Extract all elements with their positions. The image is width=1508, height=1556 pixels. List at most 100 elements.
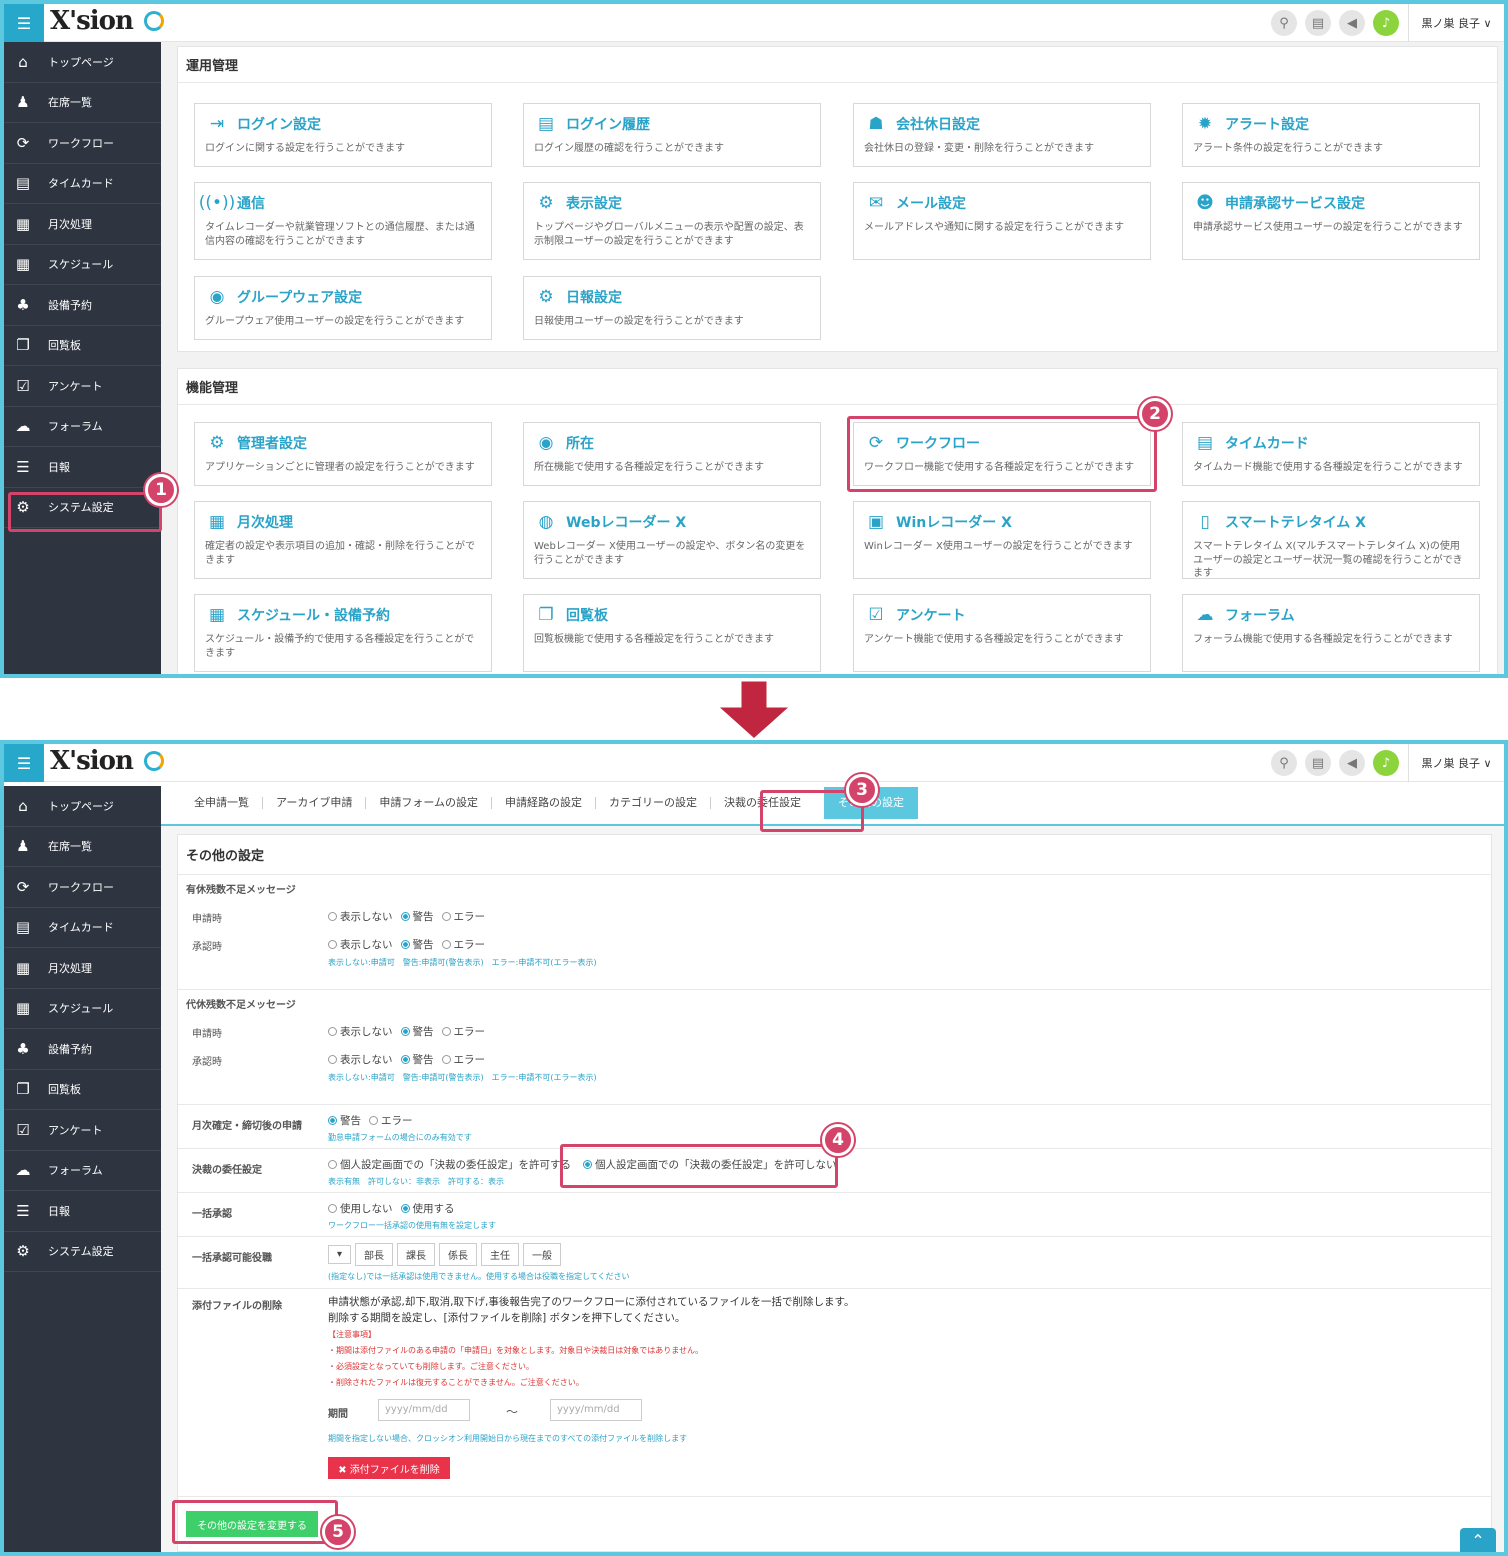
sidebar-item-person[interactable]: ♟ 在席一覧	[4, 83, 161, 123]
settings-card[interactable]: ☑ アンケート アンケート機能で使用する各種設定を行うことができます	[853, 594, 1151, 672]
marker-4: 4	[822, 1124, 854, 1156]
sidebar-item-calendar31[interactable]: ▦ 月次処理	[4, 204, 161, 245]
sidebar-item-label: システム設定	[48, 1245, 114, 1259]
radio-option[interactable]: エラー	[369, 1113, 413, 1128]
top-bar: ☰ X'sion ⚲ ▤ ◀ ♪ 黒ノ巣 良子 ∨	[4, 744, 1504, 782]
role-button[interactable]: 一般	[523, 1243, 562, 1266]
radio-option[interactable]: 表示しない	[328, 937, 393, 952]
role-button[interactable]: 部長	[355, 1243, 394, 1266]
settings-card[interactable]: ▦ 月次処理 確定者の設定や表示項目の追加・確認・削除を行うことができます	[194, 501, 492, 579]
settings-card[interactable]: ⚙ 管理者設定 アプリケーションごとに管理者の設定を行うことができます	[194, 422, 492, 486]
settings-card[interactable]: ▯ スマートテレタイム X スマートテレタイム X(マルチスマートテレタイム X)の…	[1182, 501, 1480, 579]
tab-0[interactable]: 全申請一覧	[181, 797, 263, 809]
megaphone-icon[interactable]: ◀	[1339, 10, 1365, 36]
user-menu[interactable]: 黒ノ巣 良子 ∨	[1408, 744, 1504, 782]
menu-toggle-button[interactable]: ☰	[4, 744, 44, 782]
settings-card[interactable]: ◉ グループウェア設定 グループウェア使用ユーザーの設定を行うことができます	[194, 276, 492, 340]
settings-card[interactable]: ❐ 回覧板 回覧板機能で使用する各種設定を行うことができます	[523, 594, 821, 672]
radio-allow[interactable]: 個人設定画面での「決裁の委任設定」を許可する	[328, 1157, 571, 1172]
radio-option[interactable]: 表示しない	[328, 1052, 393, 1067]
settings-card[interactable]: ☁ フォーラム フォーラム機能で使用する各種設定を行うことができます	[1182, 594, 1480, 672]
attach-delete-section: 添付ファイルの削除 申請状態が承認,却下,取消,取下げ,事後報告完了のワークフロ…	[178, 1289, 1491, 1497]
card-head: ✉ メール設定	[864, 191, 1140, 215]
card-description: 所在機能で使用する各種設定を行うことができます	[534, 462, 764, 473]
radio-option[interactable]: 表示しない	[328, 909, 393, 924]
radio-option[interactable]: 警告	[400, 937, 434, 952]
panel-title: 運用管理	[178, 47, 1497, 83]
calendar-icon[interactable]: ▤	[1305, 10, 1331, 36]
settings-card[interactable]: ◉ 所在 所在機能で使用する各種設定を行うことができます	[523, 422, 821, 486]
settings-card[interactable]: ✉ メール設定 メールアドレスや通知に関する設定を行うことができます	[853, 182, 1151, 260]
delete-attachments-button[interactable]: ✖ 添付ファイルを削除	[328, 1457, 450, 1479]
megaphone-icon[interactable]: ◀	[1339, 750, 1365, 776]
settings-card[interactable]: ▤ タイムカード タイムカード機能で使用する各種設定を行うことができます	[1182, 422, 1480, 486]
bell-icon[interactable]: ♪	[1373, 750, 1399, 776]
sidebar-item-gear[interactable]: ⚙ システム設定	[4, 1232, 161, 1272]
sidebar-item-schedule[interactable]: ▦ スケジュール	[4, 245, 161, 285]
tab-1[interactable]: アーカイブ申請	[263, 797, 367, 809]
location-icon[interactable]: ⚲	[1271, 750, 1297, 776]
sidebar-item-circular[interactable]: ❐ 回覧板	[4, 1070, 161, 1110]
radio-option[interactable]: エラー	[441, 937, 485, 952]
settings-card[interactable]: ✹ アラート設定アラート条件の設定を行うことができます	[1182, 103, 1480, 167]
role-button[interactable]: 課長	[397, 1243, 436, 1266]
date-to-input[interactable]: yyyy/mm/dd	[550, 1399, 642, 1421]
settings-card[interactable]: ▦ スケジュール・設備予約 スケジュール・設備予約で使用する各種設定を行うことができ…	[194, 594, 492, 672]
sidebar-item-timecard[interactable]: ▤ タイムカード	[4, 908, 161, 948]
settings-card[interactable]: ▣ Winレコーダー X Winレコーダー X使用ユーザーの設定を行うことができます	[853, 501, 1151, 579]
radio-option[interactable]: エラー	[441, 1024, 485, 1039]
card-description: アラート条件の設定を行うことができます	[1193, 143, 1383, 154]
sidebar-item-workflow[interactable]: ⟳ ワークフロー	[4, 123, 161, 164]
settings-card[interactable]: ◍ Webレコーダー X Webレコーダー X使用ユーザーの設定や、ボタン名の変更を…	[523, 501, 821, 579]
settings-card[interactable]: ⇥ ログイン設定 ログインに関する設定を行うことができます	[194, 103, 492, 167]
role-button[interactable]: 係長	[439, 1243, 478, 1266]
sidebar-item-survey[interactable]: ☑ アンケート	[4, 366, 161, 407]
user-menu[interactable]: 黒ノ巣 良子 ∨	[1408, 4, 1504, 42]
sidebar-item-home[interactable]: ⌂ トップページ	[4, 786, 161, 827]
sidebar-item-home[interactable]: ⌂ トップページ	[4, 42, 161, 83]
settings-card[interactable]: ((•)) 通信 タイムレコーダーや就業管理ソフトとの通信履歴、または通信内容の確認…	[194, 182, 492, 260]
logo-mark-icon	[144, 11, 164, 31]
radio-option[interactable]: 警告	[400, 1024, 434, 1039]
sidebar-item-forum[interactable]: ☁ フォーラム	[4, 1151, 161, 1191]
settings-card[interactable]: ⚙ 表示設定 トップページやグローバルメニューの表示や配置の設定、表示制限ユーザーの…	[523, 182, 821, 260]
tab-2[interactable]: 申請フォームの設定	[366, 797, 493, 809]
sidebar-item-facility[interactable]: ♣ 設備予約	[4, 1029, 161, 1070]
sidebar-item-circular[interactable]: ❐ 回覧板	[4, 326, 161, 366]
scroll-top-button[interactable]: ⌃	[1460, 1528, 1496, 1552]
sidebar-item-workflow[interactable]: ⟳ ワークフロー	[4, 867, 161, 908]
card-icon: ✉	[868, 193, 884, 213]
radio-option[interactable]: エラー	[441, 909, 485, 924]
role-dropdown[interactable]: ▾	[328, 1245, 352, 1264]
sidebar-item-forum[interactable]: ☁ フォーラム	[4, 407, 161, 447]
sidebar-item-facility[interactable]: ♣ 設備予約	[4, 285, 161, 326]
calendar-icon[interactable]: ▤	[1305, 750, 1331, 776]
row-label: 月次確定・締切後の申請	[192, 1121, 302, 1132]
sidebar-item-report[interactable]: ☰ 日報	[4, 1191, 161, 1232]
radio-option[interactable]: 警告	[400, 1052, 434, 1067]
card-head: ✹ アラート設定	[1193, 112, 1469, 136]
tab-4[interactable]: カテゴリーの設定	[596, 797, 712, 809]
radio-option[interactable]: エラー	[441, 1052, 485, 1067]
radio-option[interactable]: 警告	[328, 1113, 361, 1128]
radio-option[interactable]: 表示しない	[328, 1024, 393, 1039]
radio-option[interactable]: 使用する	[400, 1201, 455, 1216]
tab-3[interactable]: 申請経路の設定	[492, 797, 597, 809]
bell-icon[interactable]: ♪	[1373, 10, 1399, 36]
date-from-input[interactable]: yyyy/mm/dd	[378, 1399, 470, 1421]
sidebar-item-schedule[interactable]: ▦ スケジュール	[4, 989, 161, 1029]
role-button[interactable]: 主任	[481, 1243, 520, 1266]
settings-card[interactable]: ☻ 申請承認サービス設定 申請承認サービス使用ユーザーの設定を行うことができます	[1182, 182, 1480, 260]
radio-option[interactable]: 警告	[400, 909, 434, 924]
menu-toggle-button[interactable]: ☰	[4, 4, 44, 42]
sidebar-item-report[interactable]: ☰ 日報	[4, 447, 161, 488]
radio-option[interactable]: 使用しない	[328, 1201, 393, 1216]
location-icon[interactable]: ⚲	[1271, 10, 1297, 36]
sidebar-item-calendar31[interactable]: ▦ 月次処理	[4, 948, 161, 989]
sidebar-item-timecard[interactable]: ▤ タイムカード	[4, 164, 161, 204]
settings-card[interactable]: ☗ 会社休日設定 会社休日の登録・変更・削除を行うことができます	[853, 103, 1151, 167]
sidebar-item-survey[interactable]: ☑ アンケート	[4, 1110, 161, 1151]
settings-card[interactable]: ⚙ 日報設定 日報使用ユーザーの設定を行うことができます	[523, 276, 821, 340]
sidebar-item-person[interactable]: ♟ 在席一覧	[4, 827, 161, 867]
settings-card[interactable]: ▤ ログイン履歴 ログイン履歴の確認を行うことができます	[523, 103, 821, 167]
